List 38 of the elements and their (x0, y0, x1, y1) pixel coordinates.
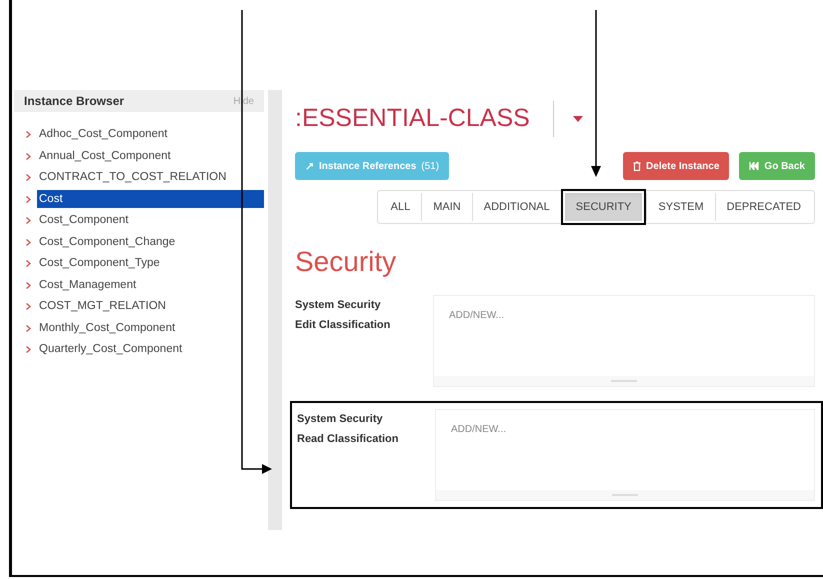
splitter-bar[interactable] (268, 90, 282, 530)
sidebar-item[interactable]: Monthly_Cost_Component (37, 319, 264, 338)
caret-down-icon[interactable] (573, 116, 583, 122)
link-icon (305, 162, 314, 170)
sidebar-item[interactable]: Cost_Component_Type (37, 254, 264, 273)
double-left-icon (749, 162, 760, 170)
sidebar-item[interactable]: Annual_Cost_Component (37, 147, 264, 166)
chevron-icon (26, 238, 31, 246)
sidebar-item[interactable]: Cost_Management (37, 276, 264, 294)
sidebar-item[interactable]: Adhoc_Cost_Component (37, 126, 264, 144)
chevron-icon (26, 152, 31, 160)
chevron-icon (26, 303, 31, 310)
delete-button[interactable]: Delete Instance (623, 152, 730, 180)
add-new-input[interactable]: ADD/NEW... (434, 296, 814, 323)
section-title: Security (295, 245, 398, 279)
chevron-icon (26, 217, 31, 224)
chevron-icon (26, 174, 31, 182)
sidebar-item[interactable]: CONTRACT_TO_COST_RELATION (37, 168, 264, 187)
field-label: System Security Read Classification (297, 412, 399, 447)
sidebar-item[interactable]: Cost (37, 190, 264, 208)
tab[interactable]: SECURITY (564, 193, 642, 221)
chevron-icon (26, 324, 31, 332)
add-new-input[interactable]: ADD/NEW... (436, 410, 814, 437)
classification-field[interactable]: ADD/NEW... (435, 409, 815, 501)
chevron-icon (26, 346, 31, 354)
trash-icon (633, 161, 642, 171)
chevron-icon (26, 260, 31, 268)
sidebar-item[interactable]: Cost_Component (37, 212, 264, 230)
chevron-icon (26, 196, 31, 203)
sidebar-title: Instance Browser (24, 93, 124, 110)
sidebar-item[interactable]: Quarterly_Cost_Component (37, 340, 264, 359)
class-title: :ESSENTIAL-CLASS (295, 103, 531, 134)
sidebar-item[interactable]: Cost_Component_Change (37, 233, 264, 252)
classification-field[interactable]: ADD/NEW... (433, 295, 815, 387)
chevron-icon (26, 282, 31, 289)
field-label: System Security Edit Classification (295, 298, 392, 333)
chevron-icon (26, 131, 31, 138)
sidebar-item[interactable]: COST_MGT_RELATION (37, 298, 264, 316)
